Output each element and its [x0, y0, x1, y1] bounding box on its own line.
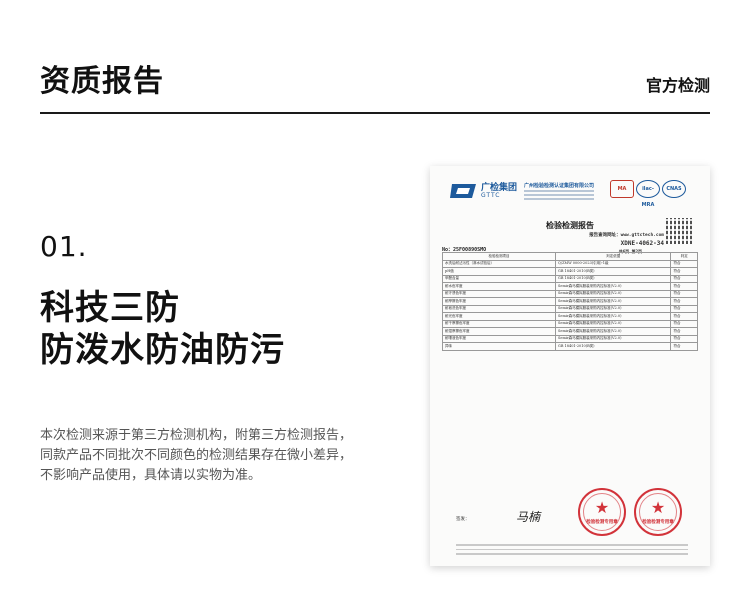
cma-cert-icon: MA	[610, 180, 634, 198]
star-icon: ★	[594, 498, 610, 517]
table-row: 耐汗渍色牢度 Semir森马模拟服装采购内控标准(V2.0) 符合	[441, 289, 698, 298]
page-title: 资质报告	[40, 64, 164, 99]
section-heading-line2: 防泼水防油防污	[40, 330, 285, 370]
table-row: 水洗后耐沾污性（淋水试验后） Q/ZMW 0000-2023(引用)-1级 符合	[441, 259, 698, 268]
section-number: 01.	[40, 230, 88, 263]
table-row: 耐摩擦色牢度 Semir森马模拟服装采购内控标准(V2.0) 符合	[441, 297, 698, 306]
star-icon: ★	[650, 498, 666, 517]
table-row: 耐水色牢度 Semir森马模拟服装采购内控标准(V2.0) 符合	[441, 282, 698, 291]
table-row: 耐唾液色牢度 Semir森马模拟服装采购内控标准(V2.0) 符合	[441, 334, 698, 343]
report-number: XDNE-4062-34	[620, 240, 664, 247]
table-row: 甲醛含量 GB 18401-2010(B类) 符合	[441, 274, 698, 283]
header-label: 官方检测	[645, 76, 710, 95]
ilac-cert-icon: ilac-MRA	[636, 180, 660, 208]
report-query-site: 报告查询网址：www.gttctech.com	[589, 233, 664, 238]
table-row: 耐湿摩擦色牢度 Semir森马模拟服装采购内控标准(V2.0) 符合	[441, 327, 698, 336]
official-seal-stamp: ★ 检验检测专用章	[634, 488, 682, 536]
table-row: pH值 GB 18401-2010(B类) 符合	[441, 267, 698, 276]
signature: 马楠	[516, 510, 541, 524]
test-report-image: 广检集团 GTTC 广州检验检测认证集团有限公司 MA ilac-MRA CNA…	[430, 166, 710, 566]
table-row: 耐干摩擦色牢度 Semir森马模拟服装采购内控标准(V2.0) 符合	[441, 319, 698, 328]
company-details	[524, 190, 594, 202]
description-line: 本次检测来源于第三方检测机构，附第三方检测报告，	[40, 428, 353, 443]
report-brand-en: GTTC	[481, 192, 501, 199]
section-description: 本次检测来源于第三方检测机构，附第三方检测报告， 同款产品不同批次不同颜色的检测…	[40, 426, 380, 486]
gttc-logo-icon	[450, 184, 476, 198]
table-row: 耐光色牢度 Semir森马模拟服装采购内控标准(V2.0) 符合	[441, 312, 698, 321]
report-footer	[456, 544, 688, 558]
description-line: 不影响产品使用，具体请以实物为准。	[40, 468, 262, 483]
cnas-cert-icon: CNAS	[662, 180, 686, 198]
report-company: 广州检验检测认证集团有限公司	[524, 183, 595, 189]
description-line: 同款产品不同批次不同颜色的检测结果存在微小差异，	[40, 448, 353, 463]
sign-label: 签发：	[456, 517, 470, 522]
table-row: 耐皂洗色牢度 Semir森马模拟服装采购内控标准(V2.0) 符合	[441, 304, 698, 313]
header-divider	[40, 112, 710, 114]
official-seal-stamp: ★ 检验检测专用章	[578, 488, 626, 536]
table-header-row: 检验检测项目 判定依据 判定	[441, 252, 698, 261]
table-row: 异味 GB 18401-2010(B类) 符合	[441, 342, 698, 351]
report-table: 检验检测项目 判定依据 判定 水洗后耐沾污性（淋水试验后） Q/ZMW 0000-…	[441, 252, 698, 351]
